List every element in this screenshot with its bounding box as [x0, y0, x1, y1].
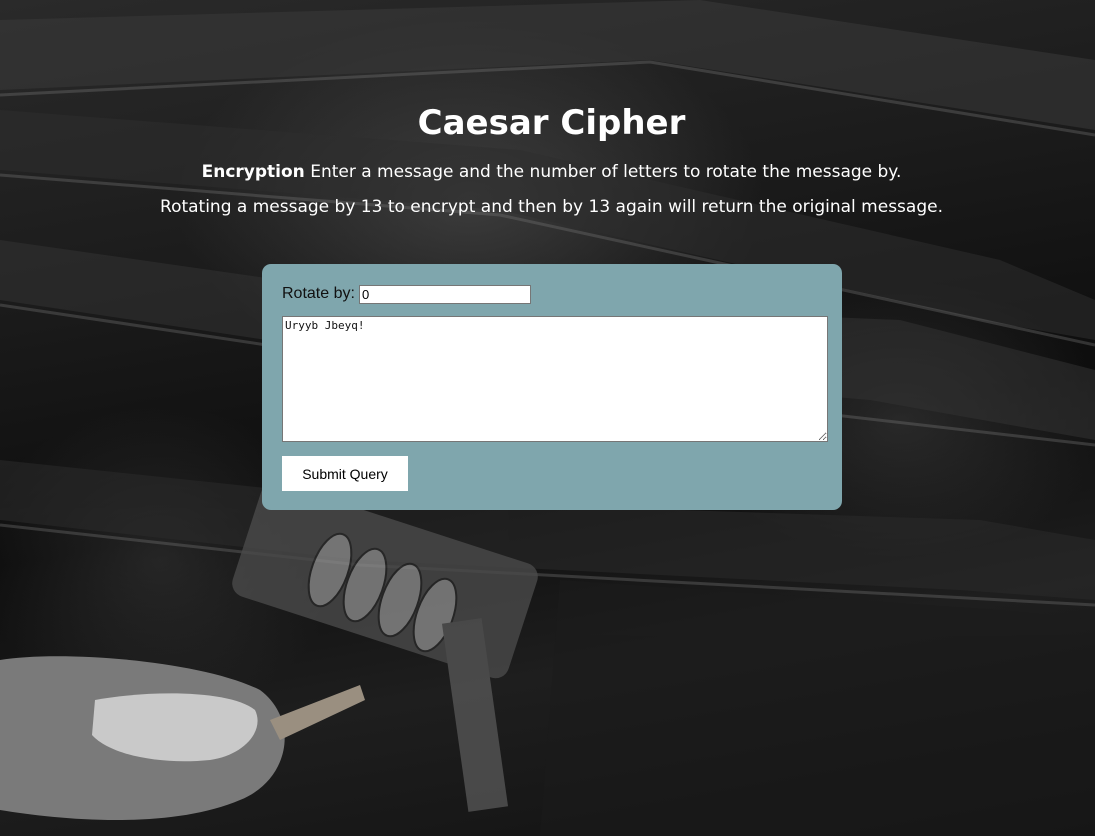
intro-description: Enter a message and the number of letter…	[304, 162, 902, 182]
rotation-note: Rotating a message by 13 to encrypt and …	[160, 197, 943, 217]
rotate-input[interactable]	[358, 284, 531, 304]
rotate-row: Rotate by:	[282, 284, 828, 304]
submit-button[interactable]: Submit Query	[282, 456, 408, 491]
intro-text: Encryption Enter a message and the numbe…	[0, 160, 1095, 184]
page-title: Caesar Cipher	[417, 103, 686, 143]
cipher-form: Rotate by: Uryyb Jbeyq! Submit Query	[262, 264, 842, 510]
page-header: Caesar Cipher Encryption Enter a message…	[0, 100, 1095, 219]
intro-bold-label: Encryption	[201, 162, 305, 182]
rotate-label: Rotate by:	[282, 285, 355, 302]
message-textarea[interactable]: Uryyb Jbeyq!	[282, 316, 828, 442]
